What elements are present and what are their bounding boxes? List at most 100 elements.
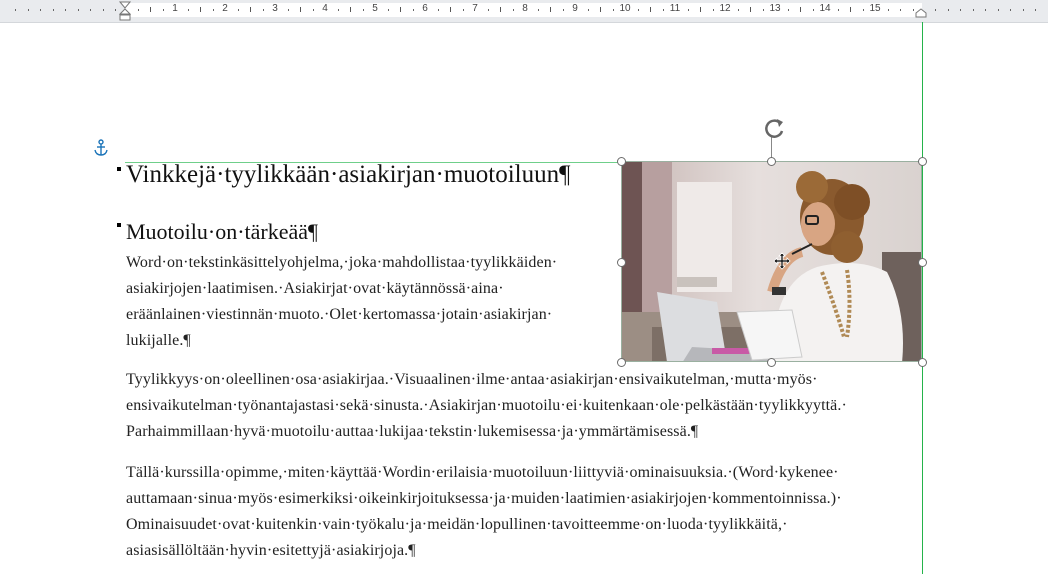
resize-handle-top-right[interactable] <box>918 157 927 166</box>
ruler-dot <box>162 9 164 11</box>
ruler-dot <box>15 9 16 11</box>
ruler-number: 8 <box>522 3 528 14</box>
ruler-tick <box>500 7 501 12</box>
ruler-dot <box>662 9 664 11</box>
ruler-dot <box>27 9 29 11</box>
right-indent-marker-icon[interactable] <box>915 8 927 18</box>
ruler-dot <box>712 9 714 11</box>
ruler-tick <box>700 7 701 12</box>
text-line: Parhaimmillaan·hyvä·muotoilu·auttaa·luki… <box>126 423 699 440</box>
resize-handle-bottom-left[interactable] <box>617 358 626 367</box>
ruler-tick <box>200 7 201 12</box>
right-margin-guide <box>922 22 923 574</box>
text-line: asiakirjojen·laatimisen.·Asiakirjat·ovat… <box>126 280 504 297</box>
resize-handle-bottom[interactable] <box>767 358 776 367</box>
ruler-dot <box>687 9 689 11</box>
ruler-number: 3 <box>272 3 278 14</box>
ruler-number: 15 <box>869 3 881 14</box>
paragraph-3[interactable]: Tällä·kurssilla·opimme,·miten·käyttää·Wo… <box>126 460 922 564</box>
ruler-dot <box>512 9 514 11</box>
ruler-dot <box>787 9 789 11</box>
keep-with-next-mark <box>117 167 121 171</box>
ruler-dot <box>837 9 839 11</box>
ruler-number: 14 <box>819 3 831 14</box>
resize-handle-top-left[interactable] <box>617 157 626 166</box>
ruler-dot <box>1022 9 1024 11</box>
text-line: Word·on·tekstinkäsittelyohjelma,·joka·ma… <box>126 254 558 271</box>
paragraph-2[interactable]: Tyylikkyys·on·oleellinen·osa·asiakirjaa.… <box>126 367 922 445</box>
ruler-dot <box>102 9 104 11</box>
ruler-dot <box>337 9 339 11</box>
anchor-icon[interactable] <box>93 139 109 157</box>
ruler-dot <box>862 9 864 11</box>
ruler-dot <box>612 9 614 11</box>
ruler-number: 4 <box>322 3 328 14</box>
inserted-photo[interactable] <box>621 161 922 362</box>
ruler-tick <box>450 7 451 12</box>
text-line: Tyylikkyys·on·oleellinen·osa·asiakirjaa.… <box>126 371 818 388</box>
resize-handle-top[interactable] <box>767 157 776 166</box>
text-line: eräänlainen·viestinnän·muoto.·Olet·kerto… <box>126 306 553 323</box>
ruler-dot <box>900 9 901 11</box>
ruler-dot <box>985 9 986 11</box>
ruler-number: 13 <box>769 3 781 14</box>
ruler-dot <box>947 9 949 11</box>
photo-woman-with-laptop-icon <box>622 162 921 361</box>
ruler-dot <box>562 9 564 11</box>
ruler-tick <box>850 7 851 12</box>
text-line: auttamaan·sinua·myös·esimerkiksi·oikeink… <box>126 490 842 507</box>
ruler-dot <box>960 9 961 11</box>
ruler-number: 12 <box>719 3 731 14</box>
ruler-tick <box>300 7 301 12</box>
ruler-tick <box>400 7 401 12</box>
ruler-tick <box>250 7 251 12</box>
ruler-dot <box>237 9 239 11</box>
ruler-tick <box>650 7 651 12</box>
resize-handle-bottom-right[interactable] <box>918 358 927 367</box>
ruler-dot <box>462 9 464 11</box>
ruler-dot <box>412 9 414 11</box>
indent-marker-icon[interactable] <box>119 1 131 21</box>
ruler-number: 2 <box>222 3 228 14</box>
ruler-dot <box>887 9 889 11</box>
ruler-number: 6 <box>422 3 428 14</box>
ruler-dot <box>997 9 999 11</box>
keep-with-next-mark <box>117 223 121 227</box>
ruler-dot <box>972 9 974 11</box>
ruler-number: 5 <box>372 3 378 14</box>
ruler-dot <box>587 9 589 11</box>
ruler-dot <box>77 9 79 11</box>
horizontal-ruler[interactable]: 1 2 3 4 5 6 7 8 9 10 11 12 13 14 15 <box>0 0 1048 23</box>
rotate-handle-icon[interactable] <box>760 115 788 143</box>
ruler-dot <box>912 9 914 11</box>
ruler-dot <box>362 9 364 11</box>
move-cursor-icon <box>773 252 791 270</box>
ruler-dot <box>40 9 41 11</box>
ruler-dot <box>387 9 389 11</box>
ruler-number: 7 <box>472 3 478 14</box>
ruler-dot <box>312 9 314 11</box>
ruler-dot <box>737 9 739 11</box>
ruler-dot <box>212 9 214 11</box>
text-line: Ominaisuudet·ovat·kuitenkin·vain·työkalu… <box>126 516 788 533</box>
ruler-dot <box>1035 9 1036 11</box>
ruler-tick <box>800 7 801 12</box>
ruler-number: 1 <box>172 3 178 14</box>
ruler-tick <box>550 7 551 12</box>
text-line: asiasisällöltään·hyvin·esitettyjä·asiaki… <box>126 542 416 559</box>
ruler-tick <box>600 7 601 12</box>
ruler-dot <box>287 9 289 11</box>
ruler-tick <box>750 7 751 12</box>
ruler-dot <box>52 9 54 11</box>
resize-handle-left[interactable] <box>617 258 626 267</box>
ruler-dot <box>437 9 439 11</box>
ruler-dot <box>537 9 539 11</box>
ruler-dot <box>187 9 189 11</box>
resize-handle-right[interactable] <box>918 258 927 267</box>
document-heading-1[interactable]: Vinkkejä·tyylikkään·asiakirjan·muotoiluu… <box>126 161 570 189</box>
ruler-dot <box>115 9 116 11</box>
paragraph-1[interactable]: Word·on·tekstinkäsittelyohjelma,·joka·ma… <box>126 250 606 354</box>
ruler-dot <box>935 9 936 11</box>
ruler-dot <box>137 9 139 11</box>
document-heading-2[interactable]: Muotoilu·on·tärkeää¶ <box>126 219 318 245</box>
